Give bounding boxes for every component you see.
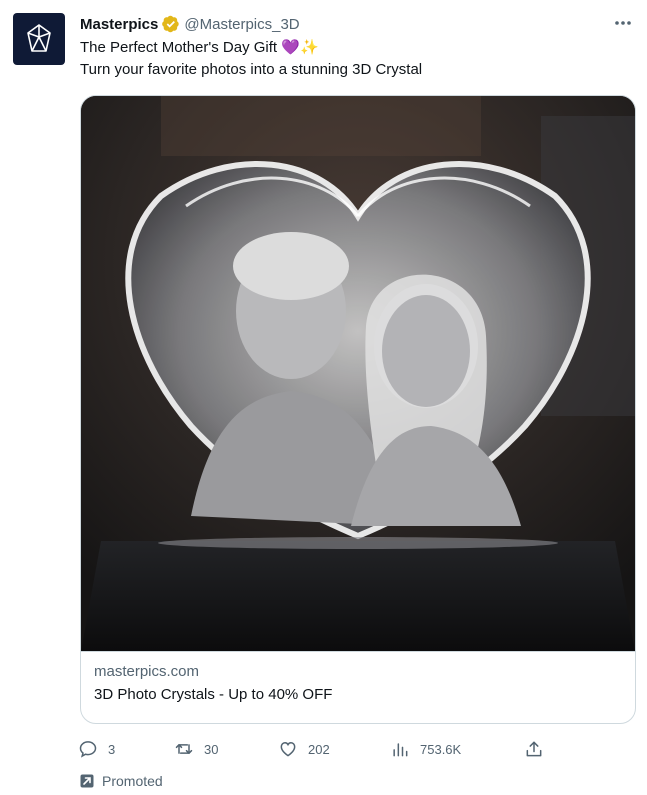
share-button[interactable]	[524, 735, 544, 763]
author-handle[interactable]: @Masterpics_3D	[184, 16, 299, 33]
share-icon	[526, 741, 542, 757]
promoted-arrow-icon	[80, 774, 94, 788]
like-count: 202	[308, 741, 330, 757]
avatar[interactable]	[13, 13, 65, 65]
more-options-icon[interactable]	[611, 12, 635, 34]
reply-count: 3	[108, 741, 116, 757]
reply-icon	[79, 741, 97, 758]
tweet-text-line-2: Turn your favorite photos into a stunnin…	[80, 61, 423, 78]
analytics-icon	[393, 743, 408, 757]
card-info[interactable]: masterpics.com 3D Photo Crystals - Up to…	[81, 651, 635, 723]
promoted-label: Promoted	[80, 772, 163, 790]
like-button[interactable]: 202	[278, 735, 330, 763]
tweet-header: Masterpics @Masterpics_3D	[80, 12, 627, 36]
heart-icon	[280, 741, 296, 757]
verified-badge-icon[interactable]	[162, 15, 180, 33]
card-image[interactable]	[81, 96, 635, 651]
tweet-text-line-1: The Perfect Mother's Day Gift 💜✨	[80, 39, 319, 56]
action-bar: 3 30 202 753.6K	[78, 735, 548, 763]
reply-button[interactable]: 3	[78, 735, 115, 763]
views-count: 753.6K	[420, 741, 462, 757]
views-button[interactable]: 753.6K	[390, 735, 461, 763]
retweet-icon	[175, 744, 193, 754]
crystal-gem-logo-icon	[27, 24, 51, 52]
author-name[interactable]: Masterpics	[80, 16, 158, 33]
card-title: 3D Photo Crystals - Up to 40% OFF	[94, 686, 333, 703]
retweet-count: 30	[204, 741, 219, 757]
link-card[interactable]: masterpics.com 3D Photo Crystals - Up to…	[80, 95, 636, 724]
promoted-text: Promoted	[102, 773, 163, 789]
tweet-text: The Perfect Mother's Day Gift 💜✨ Turn yo…	[80, 37, 625, 81]
retweet-button[interactable]: 30	[174, 735, 218, 763]
card-domain: masterpics.com	[94, 663, 200, 680]
